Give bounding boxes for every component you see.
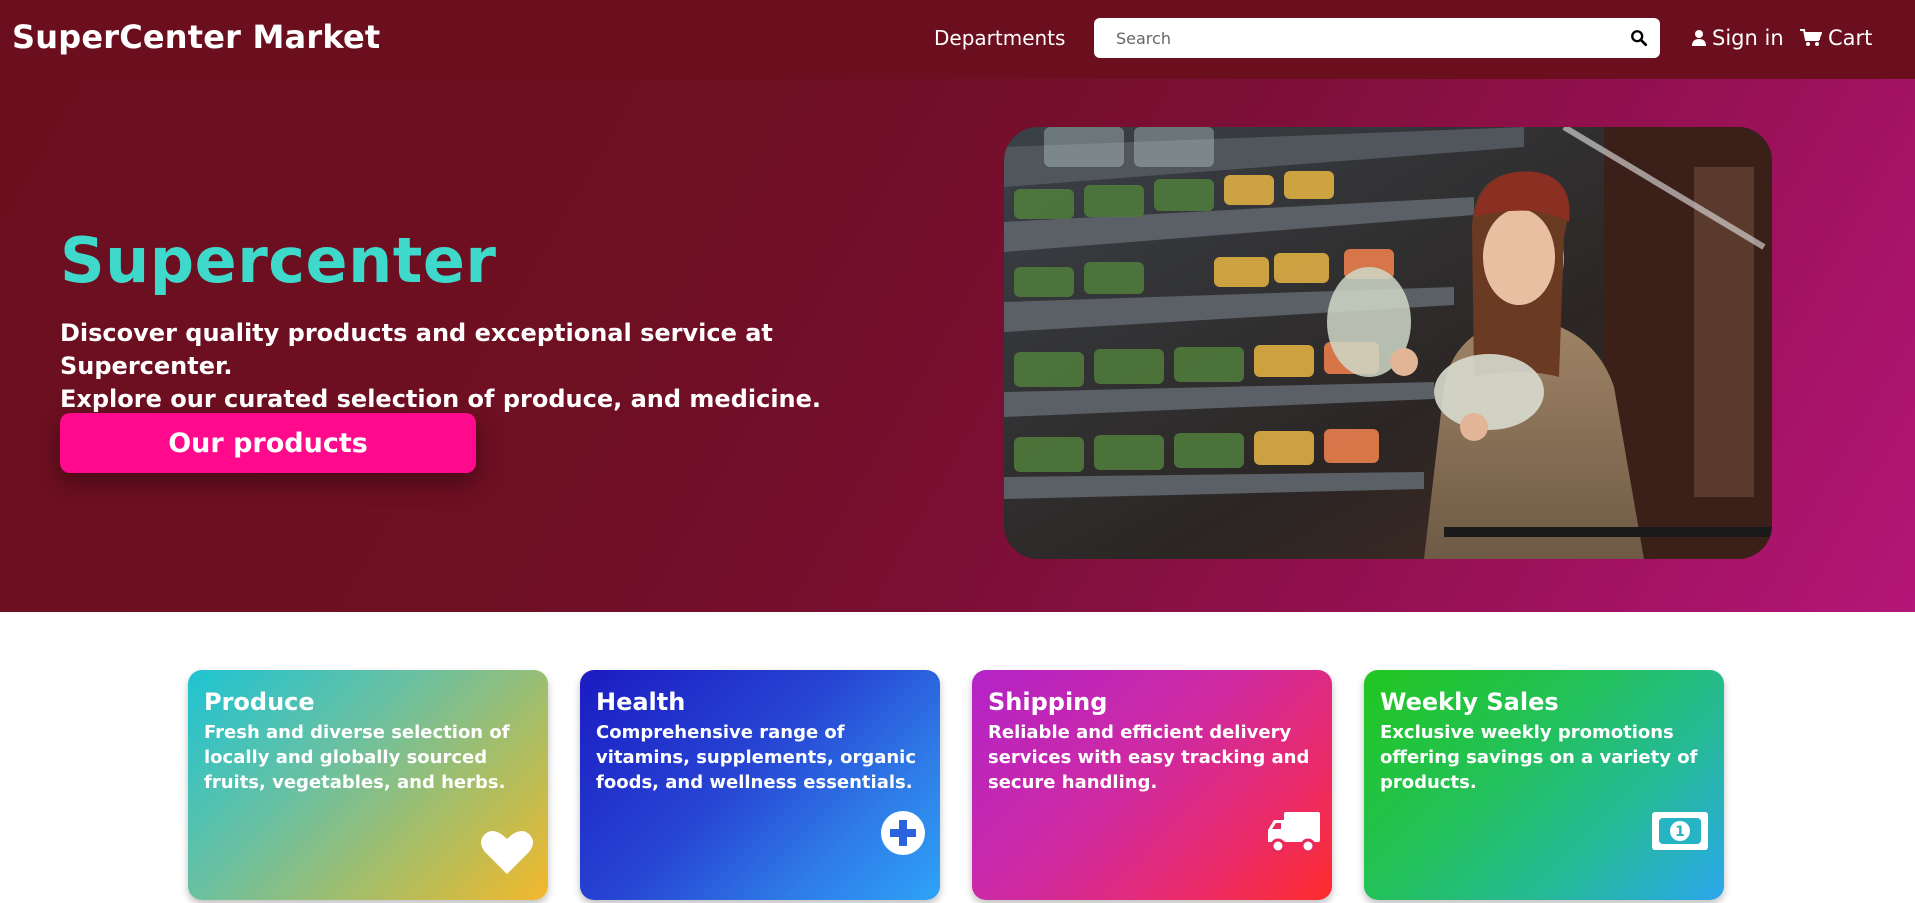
plus-circle-icon xyxy=(881,811,925,855)
card-title: Weekly Sales xyxy=(1380,688,1559,716)
hero-subtitle: Discover quality products and exceptiona… xyxy=(60,317,880,416)
money-bill-icon: 1 xyxy=(1652,812,1708,850)
hero-shopper-photo xyxy=(1004,127,1772,559)
search-icon[interactable] xyxy=(1630,29,1648,47)
card-health[interactable]: Health Comprehensive range of vitamins, … xyxy=(580,670,940,900)
card-description: Fresh and diverse selection of locally a… xyxy=(204,722,510,793)
heart-icon xyxy=(481,830,533,874)
card-description: Reliable and efficient delivery services… xyxy=(988,722,1310,793)
card-weekly-sales[interactable]: Weekly Sales Exclusive weekly promotions… xyxy=(1364,670,1724,900)
search-input[interactable] xyxy=(1116,18,1616,58)
brand-logo-text[interactable]: SuperCenter Market xyxy=(12,18,380,56)
hero-subtitle-line2: Explore our curated selection of produce… xyxy=(60,385,822,413)
user-icon xyxy=(1692,30,1706,46)
hero-title: Supercenter xyxy=(60,224,497,297)
card-title: Health xyxy=(596,688,686,716)
cart-label: Cart xyxy=(1828,26,1873,50)
shopping-cart-icon xyxy=(1800,29,1822,46)
card-produce[interactable]: Produce Fresh and diverse selection of l… xyxy=(188,670,548,900)
search-bar xyxy=(1094,18,1660,58)
hero-subtitle-line1: Discover quality products and exceptiona… xyxy=(60,319,773,380)
truck-icon xyxy=(1268,812,1320,854)
svg-text:1: 1 xyxy=(1675,824,1685,840)
card-shipping[interactable]: Shipping Reliable and efficient delivery… xyxy=(972,670,1332,900)
departments-link[interactable]: Departments xyxy=(934,26,1065,50)
our-products-button[interactable]: Our products xyxy=(60,413,476,473)
cart-link[interactable]: Cart xyxy=(1800,26,1872,50)
hero-banner: Supercenter Discover quality products an… xyxy=(0,79,1915,612)
card-description: Comprehensive range of vitamins, supplem… xyxy=(596,722,917,793)
card-title: Shipping xyxy=(988,688,1108,716)
sign-in-link[interactable]: Sign in xyxy=(1692,26,1784,50)
top-navbar: SuperCenter Market Departments Sign in C… xyxy=(0,0,1915,79)
sign-in-label: Sign in xyxy=(1712,26,1784,50)
card-description: Exclusive weekly promotions offering sav… xyxy=(1380,722,1698,793)
card-title: Produce xyxy=(204,688,315,716)
